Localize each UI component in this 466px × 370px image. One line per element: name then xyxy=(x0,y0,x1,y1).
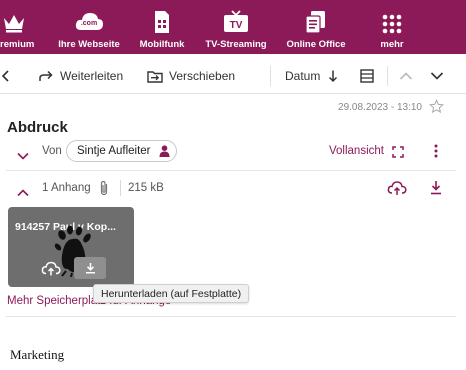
nav-mehr[interactable]: mehr xyxy=(372,0,412,54)
move-button[interactable]: Verschieben xyxy=(147,58,235,94)
move-folder-icon xyxy=(147,71,163,83)
toolbar-divider xyxy=(387,66,388,86)
message-subject: Abdruck xyxy=(7,119,68,136)
sender-chip[interactable]: Sintje Aufleiter xyxy=(66,140,177,162)
message-toolbar: Weiterleiten Verschieben Datum xyxy=(0,58,466,94)
more-options-icon[interactable] xyxy=(434,144,438,163)
nav-tv-streaming[interactable]: TV TV-Streaming xyxy=(198,0,274,54)
download-tooltip: Herunterladen (auf Festplatte) xyxy=(93,284,250,303)
nav-online-office[interactable]: Online Office xyxy=(282,0,350,54)
office-icon xyxy=(305,6,327,34)
cloud-upload-icon[interactable] xyxy=(387,180,407,201)
move-label: Verschieben xyxy=(169,69,236,83)
chevron-up-icon[interactable] xyxy=(17,184,29,202)
nav-mobilfunk[interactable]: Mobilfunk xyxy=(136,0,188,54)
person-icon xyxy=(159,145,170,157)
chevron-left-icon[interactable] xyxy=(0,58,10,94)
attachment-size: 215 kB xyxy=(128,182,164,194)
chevron-down-icon[interactable] xyxy=(430,58,444,94)
forward-button[interactable]: Weiterleiten xyxy=(38,58,123,94)
nav-label: Online Office xyxy=(286,39,346,50)
paperclip-icon xyxy=(99,180,109,201)
layout-toggle-icon[interactable] xyxy=(360,58,374,94)
full-view-link[interactable]: Vollansicht xyxy=(329,145,384,157)
svg-text:TV: TV xyxy=(230,20,243,31)
chevron-up-icon[interactable] xyxy=(399,58,413,94)
nav-ihre-webseite[interactable]: .com Ihre Webseite xyxy=(52,0,126,54)
nav-label: Ihre Webseite xyxy=(58,39,120,50)
com-cloud-icon: .com xyxy=(74,6,104,34)
download-button[interactable] xyxy=(74,257,106,279)
download-icon[interactable] xyxy=(430,180,442,200)
tv-icon: TV xyxy=(223,6,249,34)
forward-label: Weiterleiten xyxy=(60,69,124,83)
nav-premium[interactable]: Premium xyxy=(0,0,34,54)
from-label: Von xyxy=(42,145,62,157)
nav-label: Premium xyxy=(0,39,35,50)
cloud-upload-icon[interactable] xyxy=(41,261,61,281)
nav-label: Mobilfunk xyxy=(139,39,185,50)
toolbar-divider xyxy=(270,66,271,86)
star-icon[interactable] xyxy=(429,99,444,119)
grid-icon xyxy=(382,6,402,34)
message-body-text: Marketing xyxy=(10,347,65,362)
arrow-down-icon xyxy=(329,70,338,83)
attachment-divider xyxy=(120,180,121,196)
sort-date-button[interactable]: Datum xyxy=(285,58,338,94)
attachment-tile[interactable]: 914257 Paul v Kop... xyxy=(8,207,134,287)
nav-label: mehr xyxy=(380,39,404,50)
crown-icon xyxy=(2,6,26,34)
message-date: 29.08.2023 - 13:10 xyxy=(338,102,422,113)
sim-card-icon xyxy=(153,6,171,34)
svg-text:.com: .com xyxy=(81,20,97,27)
download-icon xyxy=(85,263,95,274)
body-divider xyxy=(6,316,456,317)
attachment-count: 1 Anhang xyxy=(42,182,91,194)
header-divider xyxy=(6,170,456,171)
sort-label: Datum xyxy=(285,69,321,83)
fullscreen-icon[interactable] xyxy=(392,145,404,163)
nav-label: TV-Streaming xyxy=(205,39,267,50)
sender-name: Sintje Aufleiter xyxy=(77,145,151,157)
forward-arrow-icon xyxy=(39,70,53,81)
top-navigation: Premium .com Ihre Webseite Mobilfunk TV … xyxy=(0,0,466,54)
chevron-down-icon[interactable] xyxy=(17,147,29,165)
